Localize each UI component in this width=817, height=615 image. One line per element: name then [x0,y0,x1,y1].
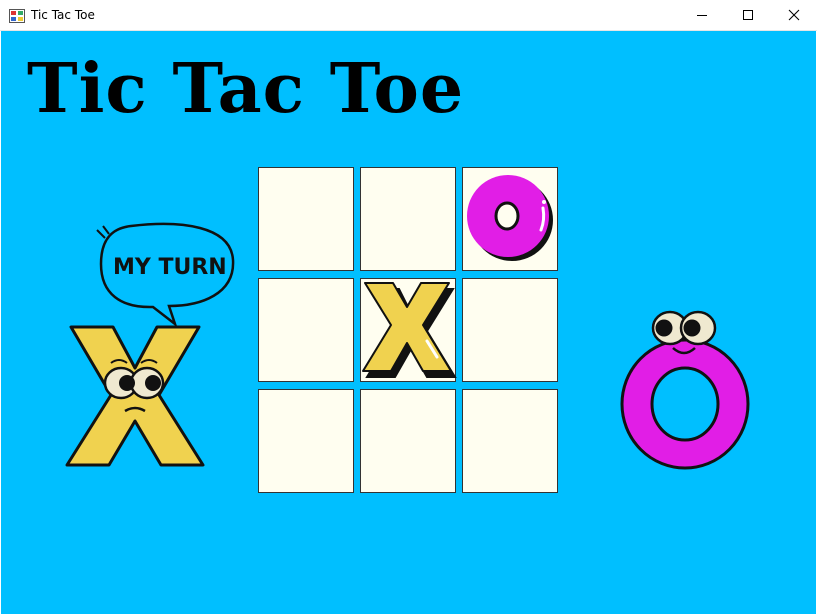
game-board [258,167,561,495]
turn-indicator-label: MY TURN [113,255,227,280]
o-piece-icon [467,175,553,261]
x-character-icon [65,325,205,467]
game-heading: Tic Tac Toe [27,49,465,129]
board-cell-r1c1[interactable] [258,167,354,271]
maximize-icon [743,10,753,20]
window-titlebar: Tic Tac Toe [0,0,817,31]
minimize-button[interactable] [679,0,725,30]
board-cell-r3c3[interactable] [462,389,558,493]
window-title: Tic Tac Toe [31,8,95,22]
board-cell-r2c3[interactable] [462,278,558,382]
app-icon [9,8,25,23]
minimize-icon [697,15,707,16]
close-button[interactable] [771,0,817,30]
board-cell-r2c1[interactable] [258,278,354,382]
board-cell-r2c2[interactable] [360,278,457,382]
o-character-icon [620,310,750,470]
board-cell-r3c2[interactable] [360,389,456,493]
board-cell-r1c3[interactable] [462,167,558,271]
maximize-button[interactable] [725,0,771,30]
x-piece-icon [362,282,457,378]
close-icon [788,9,800,21]
board-cell-r3c1[interactable] [258,389,354,493]
game-area: Tic Tac Toe MY TURN [1,31,816,614]
board-cell-r1c2[interactable] [360,167,456,271]
